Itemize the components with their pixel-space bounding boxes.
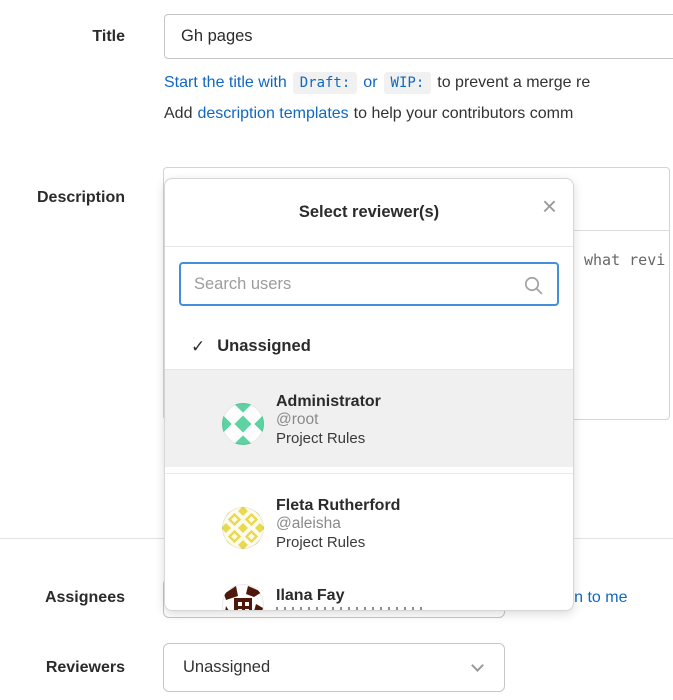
- user-name: Administrator: [276, 393, 573, 410]
- check-icon: ✓: [191, 337, 205, 357]
- user-project: Project Rules: [276, 534, 573, 551]
- title-label: Title: [0, 28, 125, 46]
- title-help-rest: to prevent a merge re: [437, 74, 590, 92]
- user-row-ilana[interactable]: Ilana Fay: [165, 564, 573, 611]
- user-name: Ilana Fay: [276, 587, 573, 604]
- reviewers-select[interactable]: Unassigned: [163, 643, 505, 692]
- draft-code-chip[interactable]: Draft:: [293, 72, 358, 94]
- chevron-down-icon: [471, 659, 484, 672]
- user-username: @root: [276, 411, 573, 429]
- title-help-line: Start the title with Draft: or WIP: to p…: [164, 72, 590, 94]
- avatar: [222, 507, 264, 549]
- clipped-username: [276, 607, 426, 611]
- search-section: [165, 247, 573, 324]
- wip-code-chip[interactable]: WIP:: [384, 72, 432, 94]
- user-username: @aleisha: [276, 515, 573, 533]
- help2-rest: to help your contributors comm: [354, 105, 574, 123]
- user-name: Fleta Rutherford: [276, 497, 573, 514]
- draft-help-link[interactable]: Start the title with: [164, 74, 287, 92]
- description-templates-link[interactable]: description templates: [197, 105, 348, 123]
- help2-prefix: Add: [164, 105, 192, 123]
- user-row-administrator[interactable]: Administrator @root Project Rules: [165, 370, 573, 467]
- select-reviewers-dropdown: Select reviewer(s) × ✓ Unassigned: [164, 178, 574, 611]
- dropdown-title: Select reviewer(s): [299, 203, 439, 222]
- description-help-line: Add description templates to help your c…: [164, 105, 573, 123]
- dropdown-header: Select reviewer(s) ×: [165, 179, 573, 247]
- reviewers-label: Reviewers: [0, 659, 125, 677]
- title-input[interactable]: [164, 14, 673, 59]
- merge-request-form: Title Start the title with Draft: or WIP…: [0, 0, 673, 700]
- user-row-fleta[interactable]: Fleta Rutherford @aleisha Project Rules: [165, 474, 573, 564]
- option-unassigned[interactable]: ✓ Unassigned: [165, 324, 573, 370]
- search-icon: [523, 275, 545, 302]
- reviewers-selected-value: Unassigned: [164, 658, 473, 677]
- user-project: Project Rules: [276, 430, 573, 447]
- avatar: [222, 403, 264, 445]
- unassigned-option-label: Unassigned: [217, 337, 311, 356]
- search-users-input[interactable]: [181, 264, 557, 304]
- avatar: [222, 584, 264, 611]
- assignees-label: Assignees: [0, 589, 125, 607]
- search-box: [179, 262, 559, 306]
- or-text: or: [363, 74, 377, 92]
- close-icon[interactable]: ×: [542, 193, 557, 219]
- description-label: Description: [0, 189, 125, 207]
- description-textarea-text[interactable]: what revi: [584, 251, 665, 269]
